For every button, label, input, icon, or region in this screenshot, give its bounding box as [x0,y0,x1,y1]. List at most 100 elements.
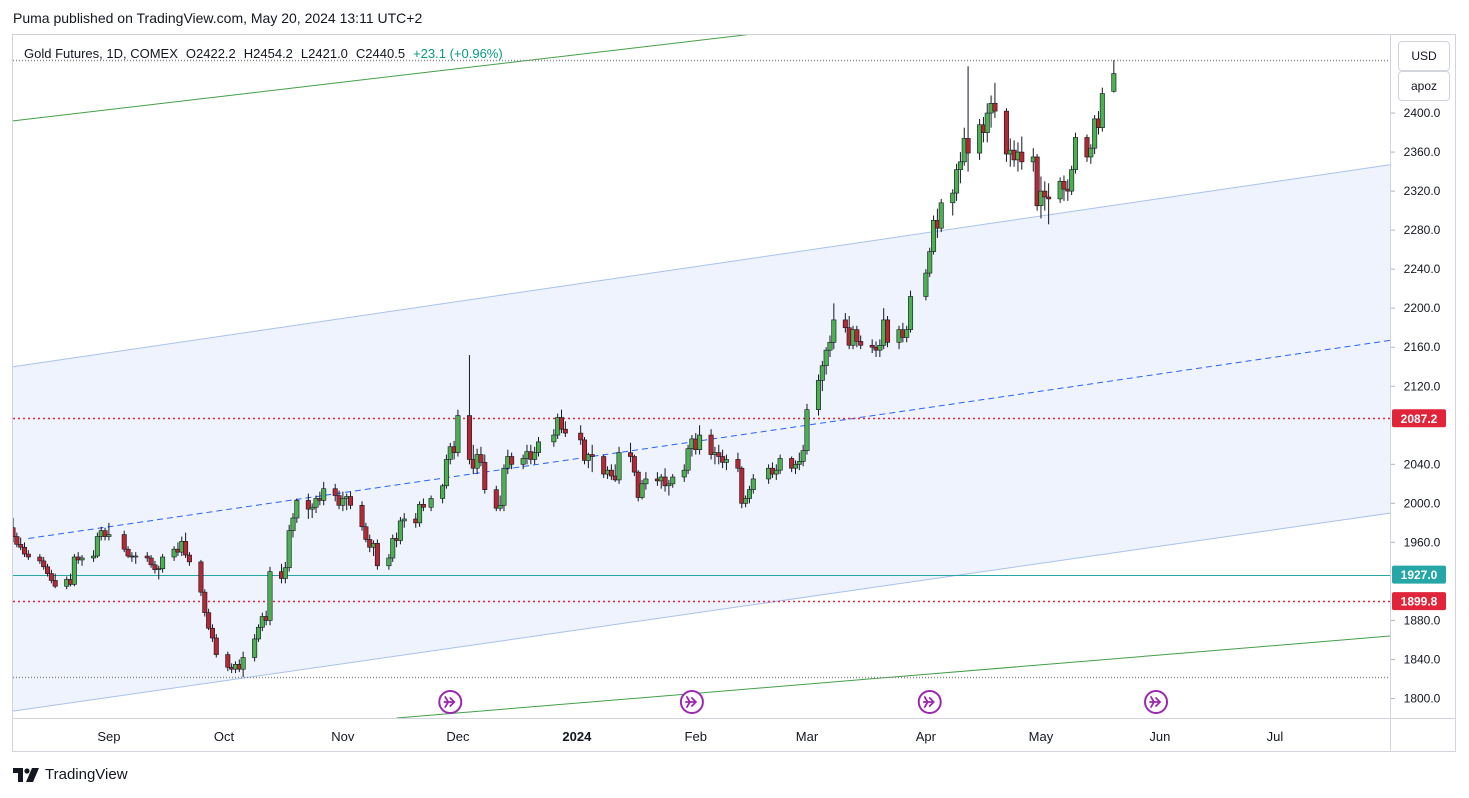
candle-body [558,417,564,430]
candle-body [1111,73,1117,92]
price-axis[interactable]: 1800.0 1840.0 1880.0 1960.0 2000.0 2040.0 2120… [1391,106,1441,705]
price-tick-label: 1960.0 [1404,535,1441,549]
candle-body [1003,110,1009,155]
candle-body [13,527,16,537]
candle-body [858,341,864,346]
candle-body [532,452,538,460]
candle-body [466,415,472,460]
currency-button[interactable]: USD [1398,41,1450,71]
price-tick-label: 2360.0 [1404,145,1441,159]
price-tick-label: 2400.0 [1404,106,1441,120]
candle-body [14,536,20,545]
candle-body [121,534,127,550]
footer-brand[interactable]: TradingView [13,766,128,783]
candle-2023-11-10 [374,539,380,570]
candle-body [631,456,637,473]
candle-body [520,458,526,465]
price-chart[interactable]: 1800.0 1840.0 1880.0 1960.0 2000.0 2040.0 2120… [0,0,1469,798]
candle-body [428,498,434,508]
candle-body [37,556,43,562]
candle-body [639,483,645,498]
price-tick-label: 2040.0 [1404,457,1441,471]
candle-body [148,557,154,566]
candle-2023-10-18 [286,524,292,572]
candle-body [819,365,825,381]
candle-body [877,344,883,351]
event-marker-icon [1144,690,1169,714]
candle-body [509,456,515,465]
candle-body [904,329,910,338]
candle-body [746,489,752,499]
candle-2024-01-12 [616,446,622,484]
candle-body [628,452,634,457]
price-tick-label: 1840.0 [1404,652,1441,666]
legend-high: H2454.2 [243,46,293,61]
candle-2024-05-09 [1069,165,1075,196]
candle-body [455,415,461,453]
candle-body [321,488,327,501]
candle-body [332,488,338,496]
candle-body [160,556,166,570]
price-tick-label: 2280.0 [1404,223,1441,237]
candle-body [225,654,231,668]
candle-body [1069,169,1075,192]
candle-2023-09-25 [198,559,204,597]
candle-body [938,202,944,229]
time-tick-label-Oct: Oct [214,729,235,744]
candle-body [290,517,296,531]
candle-body [908,296,914,330]
candle-body [923,272,929,297]
candle-body [643,478,649,485]
tradingview-logo-icon [13,767,39,782]
candle-body [885,319,891,343]
time-tick-label-Mar: Mar [796,729,819,744]
candle-body [716,452,722,457]
candle-body [685,448,691,471]
candle-2024-03-01 [804,403,810,455]
price-tick-label: 2000.0 [1404,496,1441,510]
candle-body [386,557,392,567]
candle-body [286,530,292,569]
time-tick-label-Jul: Jul [1267,729,1284,744]
symbol-name: Gold Futures, 1D, COMEX [24,46,178,61]
symbol-legend: Gold Futures, 1D, COMEX O2422.2 H2454.2 L24… [24,46,511,61]
candle-body [792,464,798,469]
candle-2024-05-20 [1111,60,1117,93]
candle-body [52,580,58,587]
candle-body [186,554,192,563]
candle-body [578,432,584,441]
candle-body [390,538,396,559]
candle-body [1061,181,1067,190]
time-axis[interactable]: Sep Oct Nov Dec 2024 Feb Mar Apr May Jun Jul [97,729,1283,744]
candle-body [363,526,369,540]
candle-body [359,504,365,528]
candle-body [374,543,380,567]
alias-button[interactable]: apoz [1398,71,1450,101]
candle-body [965,138,971,154]
candle-body [125,548,131,557]
candle-body [796,461,802,465]
candle-body [815,380,821,410]
candle-body [681,469,687,478]
candle-body [340,498,346,506]
legend-open: O2422.2 [185,46,236,61]
candle-2023-11-06 [359,501,365,531]
candle-body [723,459,729,463]
candle-body [1072,137,1078,170]
candle-body [708,434,714,455]
candle-body [79,557,85,561]
time-tick-label-Jun: Jun [1149,729,1170,744]
candle-body [501,467,507,506]
candle-body [25,553,31,558]
candle-body [45,566,51,574]
candle-body [482,462,488,490]
candle-2024-04-26 [1019,136,1025,170]
candle-2023-12-01 [455,409,461,457]
candle-body [397,520,403,541]
price-tick-label: 1880.0 [1404,613,1441,627]
candle-2024-04-05 [938,198,944,233]
candle-body [71,556,77,585]
time-tick-label-Nov: Nov [331,729,355,744]
footer-brand-label: TradingView [45,766,128,783]
event-marker-icon [438,690,463,714]
